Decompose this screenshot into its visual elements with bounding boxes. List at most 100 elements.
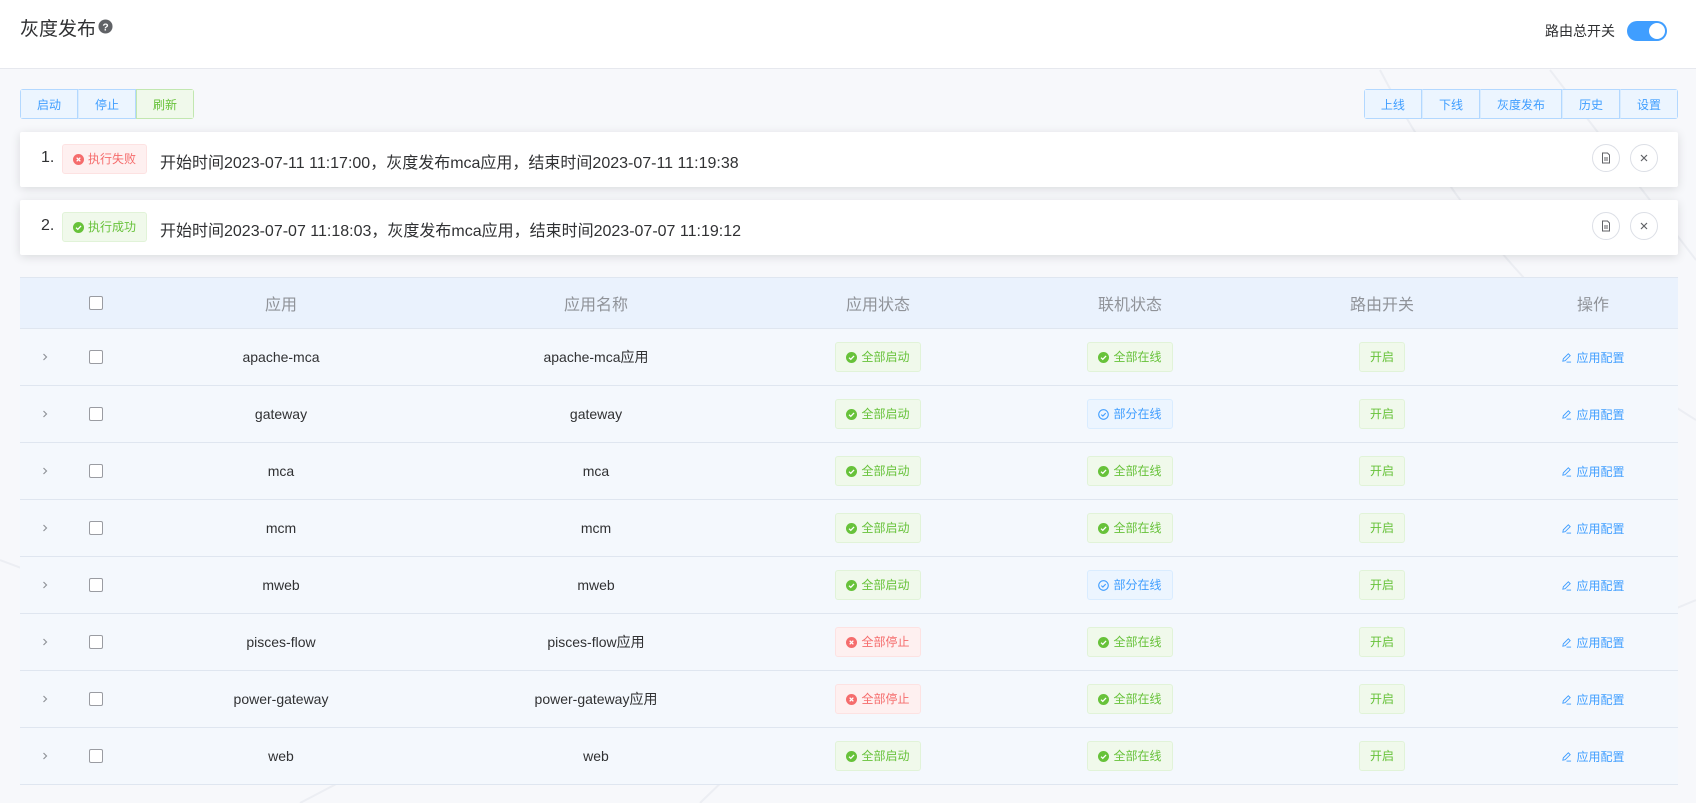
offline-button[interactable]: 下线 bbox=[1421, 89, 1480, 119]
app-config-label: 应用配置 bbox=[1576, 749, 1625, 764]
app-name: gateway bbox=[569, 406, 623, 422]
check-circle-icon bbox=[846, 465, 858, 477]
task-status-text: 执行失败 bbox=[88, 152, 137, 166]
task-description: 开始时间2023-07-11 11:17:00，灰度发布mca应用，结束时间20… bbox=[160, 155, 739, 172]
select-all-checkbox[interactable] bbox=[89, 296, 103, 310]
refresh-button[interactable]: 刷新 bbox=[136, 89, 195, 119]
table-row: apache-mca apache-mca应用 全部启动 全部在线 开启 应用配置 bbox=[20, 329, 1678, 386]
row-checkbox[interactable] bbox=[89, 407, 103, 421]
row-checkbox[interactable] bbox=[89, 464, 103, 478]
app-config-label: 应用配置 bbox=[1576, 521, 1625, 536]
row-checkbox[interactable] bbox=[89, 692, 103, 706]
task-status-text: 执行成功 bbox=[88, 220, 137, 234]
row-checkbox[interactable] bbox=[89, 635, 103, 649]
check-circle-icon bbox=[846, 351, 858, 363]
row-expand-toggle[interactable] bbox=[20, 329, 70, 385]
column-header-app: 应用 bbox=[264, 297, 297, 314]
close-icon bbox=[1640, 154, 1648, 162]
row-expand-toggle[interactable] bbox=[20, 557, 70, 613]
check-circle-icon bbox=[846, 579, 858, 591]
app-config-label: 应用配置 bbox=[1576, 464, 1625, 479]
task-close-button[interactable] bbox=[1630, 212, 1658, 240]
document-icon bbox=[1602, 220, 1610, 232]
settings-button[interactable]: 设置 bbox=[1619, 89, 1678, 119]
route-switch-label: 路由总开关 bbox=[1545, 23, 1615, 39]
edit-icon bbox=[1562, 580, 1572, 591]
row-checkbox[interactable] bbox=[89, 521, 103, 535]
online-status-badge: 部分在线 bbox=[1087, 570, 1173, 600]
help-icon[interactable]: ? bbox=[98, 19, 113, 34]
app-status-badge: 全部启动 bbox=[835, 570, 921, 600]
history-button[interactable]: 历史 bbox=[1561, 89, 1620, 119]
row-expand-toggle[interactable] bbox=[20, 500, 70, 556]
app-status-text: 全部启动 bbox=[861, 464, 910, 478]
online-status-badge: 全部在线 bbox=[1087, 456, 1173, 486]
partial-circle-icon bbox=[1098, 579, 1110, 591]
task-index: 1. bbox=[41, 149, 55, 166]
online-status-text: 全部在线 bbox=[1113, 692, 1162, 706]
route-master-switch: 路由总开关 bbox=[1545, 21, 1667, 41]
online-status-text: 部分在线 bbox=[1113, 407, 1162, 421]
row-checkbox[interactable] bbox=[89, 578, 103, 592]
app-config-link[interactable]: 应用配置 bbox=[1561, 748, 1625, 765]
app-code: gateway bbox=[254, 406, 308, 422]
check-circle-icon bbox=[73, 221, 84, 233]
check-circle-icon bbox=[1098, 351, 1110, 363]
app-config-label: 应用配置 bbox=[1576, 407, 1625, 422]
row-expand-toggle[interactable] bbox=[20, 671, 70, 727]
task-log-button[interactable] bbox=[1592, 212, 1620, 240]
route-switch-badge: 开启 bbox=[1358, 627, 1405, 657]
edit-icon bbox=[1562, 637, 1572, 648]
online-status-badge: 全部在线 bbox=[1087, 342, 1173, 372]
app-config-link[interactable]: 应用配置 bbox=[1561, 520, 1625, 537]
app-config-label: 应用配置 bbox=[1576, 635, 1625, 650]
app-status-badge: 全部启动 bbox=[835, 456, 921, 486]
task-close-button[interactable] bbox=[1630, 144, 1658, 172]
app-config-link[interactable]: 应用配置 bbox=[1561, 634, 1625, 651]
row-expand-toggle[interactable] bbox=[20, 614, 70, 670]
edit-icon bbox=[1562, 694, 1572, 705]
route-switch-badge: 开启 bbox=[1358, 684, 1405, 714]
row-expand-toggle[interactable] bbox=[20, 728, 70, 784]
error-circle-icon bbox=[846, 693, 858, 705]
close-icon bbox=[1640, 222, 1648, 230]
route-switch-badge: 开启 bbox=[1358, 741, 1405, 771]
gray-release-button[interactable]: 灰度发布 bbox=[1479, 89, 1562, 119]
app-code: mweb bbox=[262, 577, 300, 593]
app-config-link[interactable]: 应用配置 bbox=[1561, 406, 1625, 423]
left-toolbar: 启动 停止 刷新 bbox=[20, 89, 195, 119]
start-button[interactable]: 启动 bbox=[20, 89, 79, 119]
chevron-right-icon bbox=[43, 638, 48, 646]
table-row: gateway gateway 全部启动 部分在线 开启 应用配置 bbox=[20, 386, 1678, 443]
route-switch-toggle[interactable] bbox=[1627, 21, 1667, 41]
row-checkbox[interactable] bbox=[89, 749, 103, 763]
route-switch-badge: 开启 bbox=[1358, 399, 1405, 429]
app-code: mcm bbox=[265, 520, 297, 536]
app-config-link[interactable]: 应用配置 bbox=[1561, 463, 1625, 480]
task-status-badge: 执行失败 bbox=[62, 144, 148, 174]
app-config-link[interactable]: 应用配置 bbox=[1561, 577, 1625, 594]
row-expand-toggle[interactable] bbox=[20, 443, 70, 499]
online-status-text: 全部在线 bbox=[1113, 749, 1162, 763]
task-log-button[interactable] bbox=[1592, 144, 1620, 172]
app-status-badge: 全部停止 bbox=[835, 627, 921, 657]
app-config-link[interactable]: 应用配置 bbox=[1561, 349, 1625, 366]
row-expand-toggle[interactable] bbox=[20, 386, 70, 442]
app-status-badge: 全部启动 bbox=[835, 513, 921, 543]
row-checkbox[interactable] bbox=[89, 350, 103, 364]
app-status-text: 全部停止 bbox=[861, 692, 910, 706]
table-body: apache-mca apache-mca应用 全部启动 全部在线 开启 应用配置 gate… bbox=[20, 329, 1678, 785]
column-header-app-name: 应用名称 bbox=[563, 297, 628, 314]
chevron-right-icon bbox=[43, 581, 48, 589]
app-config-link[interactable]: 应用配置 bbox=[1561, 691, 1625, 708]
task-description: 开始时间2023-07-07 11:18:03，灰度发布mca应用，结束时间20… bbox=[160, 223, 741, 240]
column-header-app-status: 应用状态 bbox=[845, 297, 910, 314]
chevron-right-icon bbox=[43, 752, 48, 760]
stop-button[interactable]: 停止 bbox=[78, 89, 137, 119]
online-button[interactable]: 上线 bbox=[1363, 89, 1422, 119]
page-header: 灰度发布 ? 路由总开关 bbox=[0, 0, 1696, 69]
table-row: web web 全部启动 全部在线 开启 应用配置 bbox=[20, 728, 1678, 785]
task-card: 1. 执行失败 开始时间2023-07-11 11:17:00，灰度发布mca应… bbox=[20, 132, 1678, 187]
check-circle-icon bbox=[1098, 750, 1110, 762]
online-status-badge: 全部在线 bbox=[1087, 684, 1173, 714]
